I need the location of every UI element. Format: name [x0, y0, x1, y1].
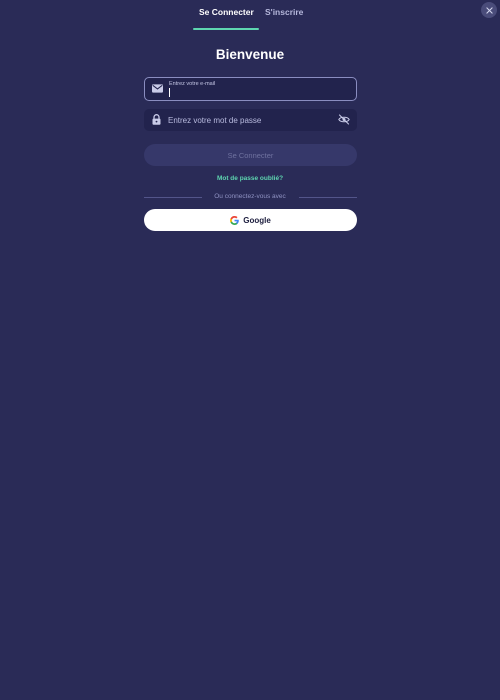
envelope-icon	[152, 84, 163, 93]
eye-off-icon[interactable]	[338, 114, 350, 125]
email-field[interactable]: Entrez votre e-mail	[144, 77, 357, 101]
login-button[interactable]: Se Connecter	[144, 144, 357, 166]
email-input[interactable]	[169, 88, 349, 98]
google-button-label: Google	[243, 215, 271, 225]
page-title: Bienvenue	[215, 47, 285, 62]
forgot-password-link[interactable]: Mot de passe oublié?	[0, 175, 500, 182]
lock-icon	[152, 114, 161, 125]
divider-right	[299, 197, 357, 198]
tab-signup[interactable]: S'inscrire	[265, 7, 303, 17]
text-caret	[169, 88, 170, 97]
email-field-label: Entrez votre e-mail	[169, 81, 216, 87]
google-icon	[230, 215, 240, 225]
google-login-button[interactable]: Google	[144, 209, 357, 231]
login-dialog: Se Connecter S'inscrire Bienvenue Entrez…	[0, 0, 500, 700]
auth-tabs: Se Connecter S'inscrire	[0, 0, 500, 30]
active-tab-indicator	[193, 28, 259, 30]
password-input[interactable]	[168, 114, 328, 126]
divider-text: Ou connectez-vous avec	[214, 193, 286, 200]
password-field[interactable]	[144, 109, 357, 131]
tab-login[interactable]: Se Connecter	[199, 7, 254, 17]
